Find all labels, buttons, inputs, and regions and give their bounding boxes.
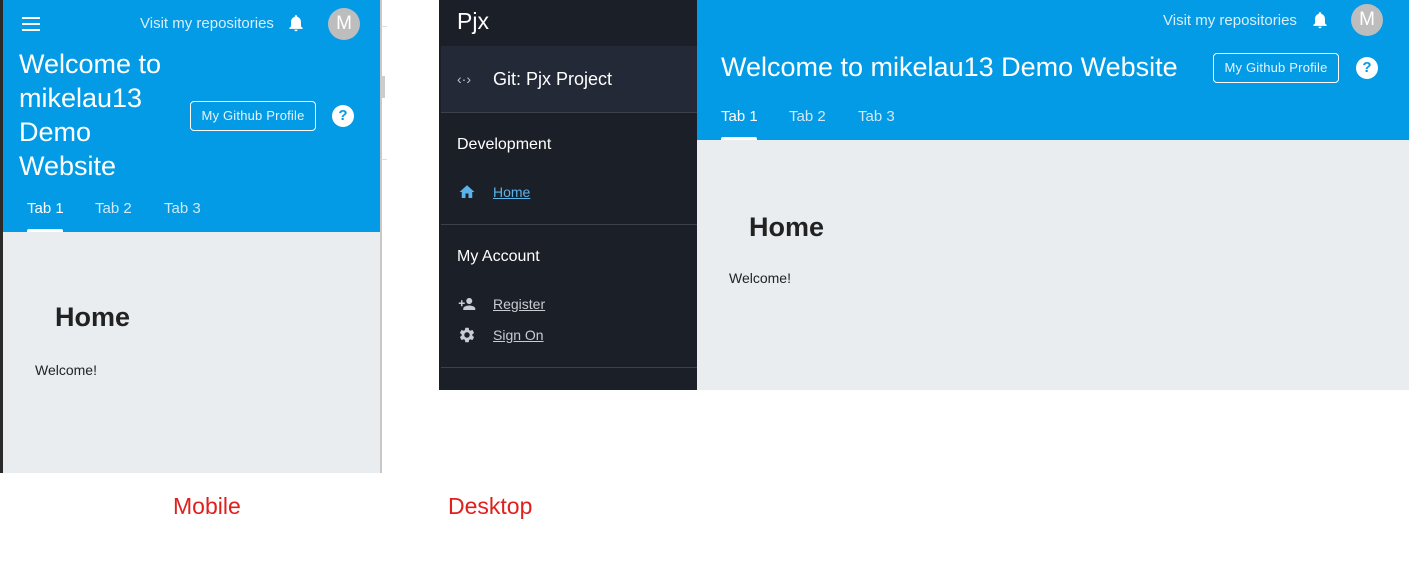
hamburger-menu-icon[interactable] [19,14,43,34]
desktop-caption: Desktop [448,493,533,519]
mobile-screen: Visit my repositories M Welcome to mikel… [3,0,381,473]
brand-logo[interactable]: Pjx [457,8,489,35]
sidebar-section-title: My Account [457,248,540,265]
avatar[interactable]: M [328,8,360,40]
bell-icon[interactable] [286,12,306,34]
divider [381,76,385,98]
sidebar-divider [441,224,697,225]
sidebar-divider [441,112,697,113]
bell-icon[interactable] [1310,9,1330,31]
github-profile-button[interactable]: My Github Profile [1213,53,1339,83]
help-icon[interactable]: ? [1356,57,1378,79]
divider [381,159,387,160]
desktop-content: Home Welcome! [697,140,1409,390]
help-icon[interactable]: ? [332,105,354,127]
active-tab-indicator [27,229,63,232]
home-icon [459,185,475,198]
visit-repositories-link[interactable]: Visit my repositories [1163,12,1297,29]
page-title-line: Welcome to [19,49,162,79]
page-title: Welcome to mikelau13 Demo Website [19,47,189,183]
github-profile-button[interactable]: My Github Profile [190,101,316,131]
page-title-line: mikelau13 [19,83,143,113]
page-title-line: Demo [19,117,92,147]
project-label: Git: Pjx Project [493,69,613,89]
content-heading: Home [749,212,825,242]
content-heading: Home [55,302,131,332]
sidebar: Pjx ‹·› Git: Pjx Project Development Hom… [439,0,697,390]
content-text: Welcome! [35,362,97,378]
sidebar-item-label[interactable]: Sign On [493,327,544,343]
gear-icon [459,327,475,343]
tab-3[interactable]: Tab 3 [164,200,201,217]
tab-3[interactable]: Tab 3 [858,108,895,125]
mobile-header: Visit my repositories M Welcome to mikel… [3,0,381,232]
page-title-line: Website [19,151,117,181]
project-link[interactable]: ‹·› Git: Pjx Project [441,46,697,112]
avatar[interactable]: M [1351,4,1383,36]
tab-1[interactable]: Tab 1 [27,200,64,217]
visit-repositories-link[interactable]: Visit my repositories [140,15,274,32]
sidebar-section-title: Development [457,136,552,153]
code-icon: ‹·› [457,71,471,87]
sidebar-item-label[interactable]: Register [493,296,545,312]
divider [381,26,387,27]
mobile-caption: Mobile [173,493,241,519]
tab-1[interactable]: Tab 1 [721,108,758,125]
sidebar-divider [441,367,697,368]
person-add-icon [458,298,476,310]
sidebar-item-label[interactable]: Home [493,184,530,200]
tab-2[interactable]: Tab 2 [95,200,132,217]
page-title: Welcome to mikelau13 Demo Website [721,52,1178,82]
mobile-frame-edge [380,0,382,473]
content-text: Welcome! [729,270,791,286]
desktop-header: Visit my repositories M Welcome to mikel… [697,0,1409,140]
tab-2[interactable]: Tab 2 [789,108,826,125]
